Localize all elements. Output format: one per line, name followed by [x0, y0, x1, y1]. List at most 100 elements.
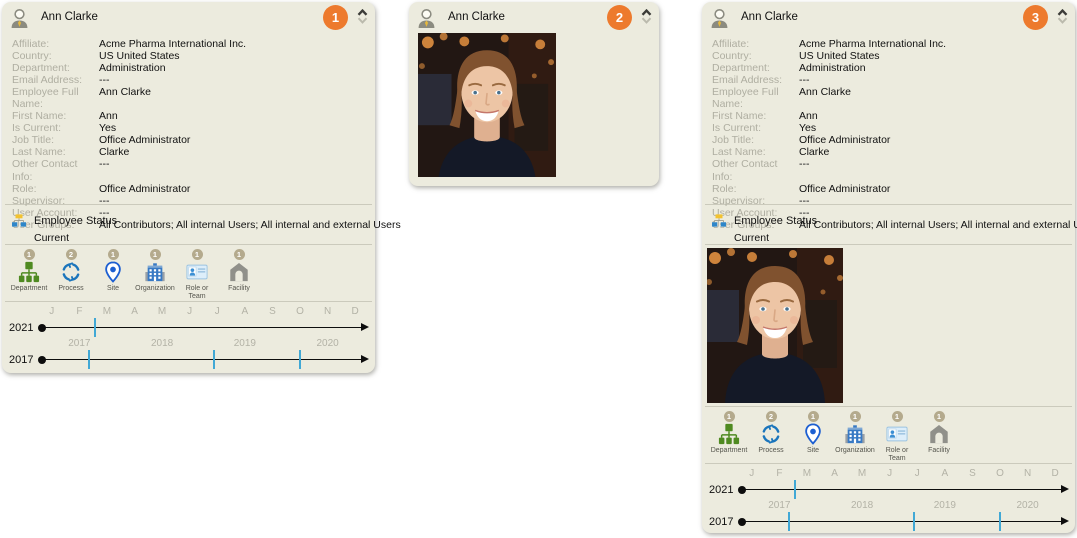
timeline-start-dot — [38, 356, 46, 364]
timeline-start-dot — [738, 518, 746, 526]
timeline-track — [38, 319, 369, 336]
timeline-event-tick — [794, 480, 796, 499]
field-row: First Name: Ann — [712, 110, 1067, 122]
organization-icon — [134, 261, 176, 285]
collapse-control[interactable] — [1057, 9, 1068, 24]
department-icon — [8, 261, 50, 285]
month-labels: JFMAMJJASOND — [738, 468, 1069, 481]
collapse-control[interactable] — [641, 9, 652, 24]
field-label: Employee Full Name: — [712, 86, 799, 110]
timeline-section: JFMAMJJASOND 2021 2017201820192020 2017 — [2, 302, 375, 371]
month-label: J — [38, 306, 66, 319]
org-hierarchy-icon — [12, 213, 26, 228]
counter-facility[interactable]: 1 Facility — [218, 249, 260, 299]
month-label: S — [959, 468, 987, 481]
counter-role-or-team[interactable]: 1 Role or Team — [876, 411, 918, 461]
count-badge: 1 — [724, 411, 735, 422]
timeline-section: JFMAMJJASOND 2021 2017201820192020 2017 — [702, 464, 1075, 533]
field-label: Last Name: — [12, 146, 99, 158]
field-row: Other Contact Info: --- — [712, 158, 1067, 182]
counter-facility[interactable]: 1 Facility — [918, 411, 960, 461]
counter-label: Site — [793, 447, 833, 455]
month-label: J — [203, 306, 231, 319]
field-value: All Contributors; All internal Users; Al… — [799, 219, 1077, 231]
card-header[interactable]: Ann Clarke 3 — [702, 2, 1075, 32]
timeline-event-tick — [213, 350, 215, 369]
field-label: Is Current: — [712, 122, 799, 134]
field-label: Role: — [712, 183, 799, 195]
person-icon — [10, 6, 29, 29]
timeline-months: 2021 — [8, 319, 369, 336]
count-badge: 1 — [234, 249, 245, 260]
field-value: Ann Clarke — [99, 86, 151, 110]
counter-site[interactable]: 1 Site — [92, 249, 134, 299]
field-label: Job Title: — [12, 134, 99, 146]
org-hierarchy-icon — [712, 213, 726, 228]
employee-card-1: Ann Clarke 1 Affiliate: Acme Pharma Inte… — [2, 2, 375, 373]
person-name: Ann Clarke — [741, 11, 798, 23]
timeline-track — [738, 513, 1069, 530]
timeline-start-dot — [738, 486, 746, 494]
related-counters: 1 Department 2 Process 1 Site 1 Organiza… — [702, 407, 1075, 463]
timeline-arrow-icon — [1061, 517, 1069, 525]
role-or-team-icon — [176, 261, 218, 285]
year-label: 2018 — [821, 500, 904, 513]
person-name: Ann Clarke — [41, 11, 98, 23]
card-header[interactable]: Ann Clarke 2 — [409, 2, 659, 32]
month-label: D — [1041, 468, 1069, 481]
chevron-up-icon — [641, 9, 652, 16]
field-row: Email Address: --- — [712, 74, 1067, 86]
timeline-arrow-icon — [361, 355, 369, 363]
collapse-control[interactable] — [357, 9, 368, 24]
counter-label: Organization — [835, 447, 875, 455]
month-labels: JFMAMJJASOND — [38, 306, 369, 319]
counter-process[interactable]: 2 Process — [750, 411, 792, 461]
year-label: 2018 — [121, 338, 204, 351]
field-value: --- — [799, 158, 810, 182]
count-badge: 1 — [192, 249, 203, 260]
field-row: Is Current: Yes — [712, 122, 1067, 134]
counter-department[interactable]: 1 Department — [8, 249, 50, 299]
counter-role-or-team[interactable]: 1 Role or Team — [176, 249, 218, 299]
counter-organization[interactable]: 1 Organization — [134, 249, 176, 299]
field-row: Department: Administration — [12, 62, 367, 74]
field-row: Job Title: Office Administrator — [12, 134, 367, 146]
field-label: Department: — [12, 62, 99, 74]
field-label: Country: — [712, 50, 799, 62]
month-label: A — [231, 306, 259, 319]
counter-process[interactable]: 2 Process — [50, 249, 92, 299]
counter-department[interactable]: 1 Department — [708, 411, 750, 461]
month-label: J — [176, 306, 204, 319]
photo-section — [702, 245, 1075, 406]
field-label: Other Contact Info: — [12, 158, 99, 182]
count-badge: 1 — [808, 411, 819, 422]
month-label: M — [93, 306, 121, 319]
year-label: 2017 — [38, 338, 121, 351]
card-number-badge: 2 — [607, 5, 632, 30]
chevron-up-icon — [357, 9, 368, 16]
timeline-event-tick — [788, 512, 790, 531]
field-row: Last Name: Clarke — [712, 146, 1067, 158]
field-value: --- — [99, 195, 110, 207]
facility-icon — [918, 423, 960, 447]
status-value: Current — [712, 232, 1067, 244]
month-label: S — [259, 306, 287, 319]
chevron-down-icon — [357, 17, 368, 24]
counter-organization[interactable]: 1 Organization — [834, 411, 876, 461]
counter-label: Department — [9, 285, 49, 293]
card-header[interactable]: Ann Clarke 1 — [2, 2, 375, 32]
site-icon — [792, 423, 834, 447]
counter-site[interactable]: 1 Site — [792, 411, 834, 461]
timeline-arrow-icon — [361, 323, 369, 331]
field-list: Affiliate: Acme Pharma International Inc… — [2, 32, 375, 204]
field-value: Administration — [799, 62, 866, 74]
month-label: M — [793, 468, 821, 481]
field-value: --- — [799, 74, 810, 86]
field-value: Acme Pharma International Inc. — [99, 38, 246, 50]
timeline-track — [738, 481, 1069, 498]
role-or-team-icon — [876, 423, 918, 447]
field-value: Ann — [99, 110, 118, 122]
site-icon — [92, 261, 134, 285]
timeline-months: 2021 — [708, 481, 1069, 498]
field-value: Clarke — [799, 146, 829, 158]
